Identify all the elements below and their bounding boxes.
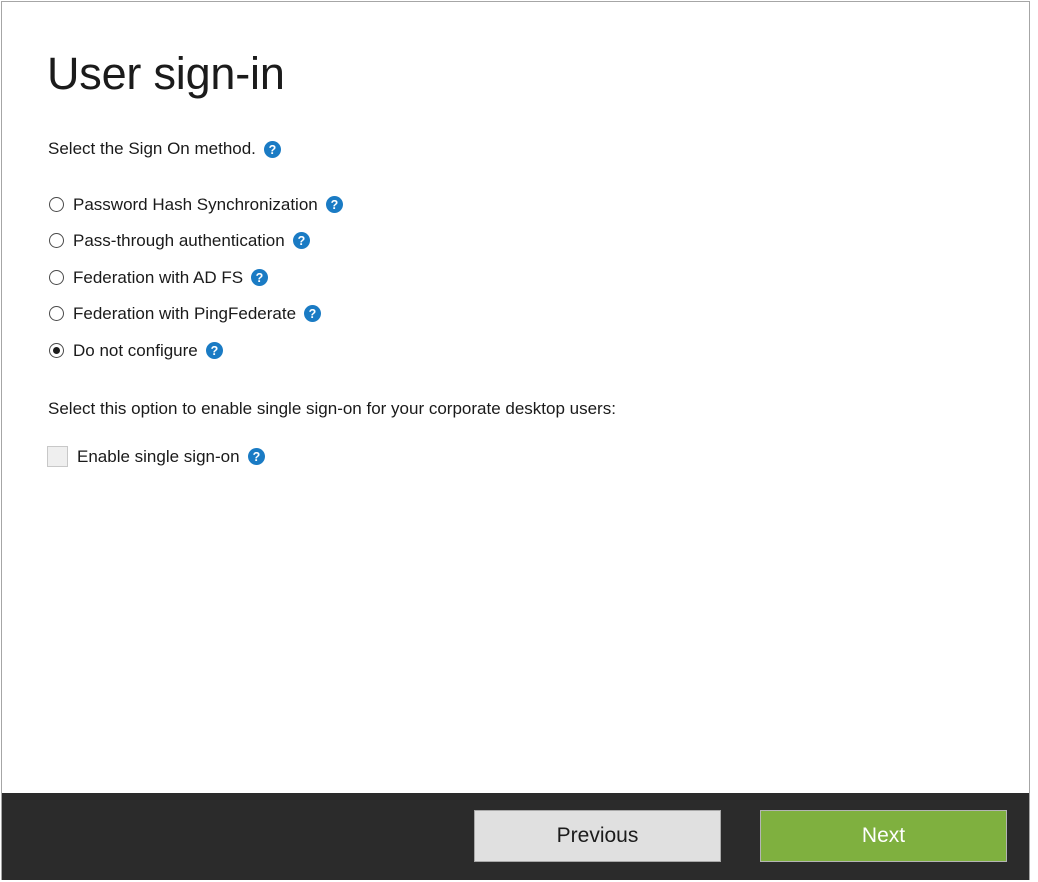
svg-text:?: ? xyxy=(210,344,218,358)
radio-option-label: Federation with AD FS xyxy=(73,267,244,287)
radio-indicator[interactable] xyxy=(49,196,64,212)
help-icon[interactable]: ? xyxy=(325,195,343,213)
radio-option-label: Federation with PingFederate xyxy=(73,304,297,324)
help-icon[interactable]: ? xyxy=(205,341,223,359)
single-sign-on-instruction: Select this option to enable single sign… xyxy=(48,399,616,418)
svg-text:?: ? xyxy=(269,142,277,156)
radio-indicator-selected[interactable] xyxy=(49,342,64,358)
help-icon[interactable]: ? xyxy=(304,305,322,323)
help-icon[interactable]: ? xyxy=(292,232,310,250)
svg-text:?: ? xyxy=(330,198,338,212)
radio-indicator[interactable] xyxy=(49,233,64,249)
radio-indicator[interactable] xyxy=(49,306,64,322)
sign-on-method-prompt-label: Select the Sign On method. xyxy=(48,139,256,158)
next-button[interactable]: Next xyxy=(760,810,1007,862)
page-title: User sign-in xyxy=(47,48,285,99)
radio-option-label: Password Hash Synchronization xyxy=(73,194,318,214)
radio-option-federation-with-ad-fs[interactable]: Federation with AD FS ? xyxy=(49,259,343,296)
radio-option-label: Pass-through authentication xyxy=(73,231,285,251)
svg-text:?: ? xyxy=(252,450,260,464)
svg-text:?: ? xyxy=(309,307,317,321)
wizard-footer: Previous Next xyxy=(2,793,1029,880)
radio-option-pass-through-authentication[interactable]: Pass-through authentication ? xyxy=(49,223,343,260)
wizard-content-area: User sign-in Select the Sign On method. … xyxy=(2,2,1029,793)
radio-option-password-hash-synchronization[interactable]: Password Hash Synchronization ? xyxy=(49,186,343,223)
checkbox-label: Enable single sign-on xyxy=(77,447,240,466)
wizard-window: User sign-in Select the Sign On method. … xyxy=(1,1,1030,880)
help-icon[interactable]: ? xyxy=(263,140,281,158)
radio-option-label: Do not configure xyxy=(73,340,198,360)
enable-single-sign-on-checkbox-row[interactable]: Enable single sign-on ? xyxy=(47,446,265,467)
sign-on-method-radio-group[interactable]: Password Hash Synchronization ? Pass-thr… xyxy=(49,186,343,369)
svg-text:?: ? xyxy=(256,271,264,285)
help-icon[interactable]: ? xyxy=(247,448,265,465)
checkbox-indicator[interactable] xyxy=(47,446,68,467)
radio-option-do-not-configure[interactable]: Do not configure ? xyxy=(49,332,343,369)
help-icon[interactable]: ? xyxy=(251,268,269,286)
radio-indicator[interactable] xyxy=(49,269,64,285)
svg-text:?: ? xyxy=(297,234,305,248)
previous-button[interactable]: Previous xyxy=(474,810,721,862)
radio-option-federation-with-pingfederate[interactable]: Federation with PingFederate ? xyxy=(49,296,343,333)
sign-on-method-prompt: Select the Sign On method. ? xyxy=(48,139,281,159)
